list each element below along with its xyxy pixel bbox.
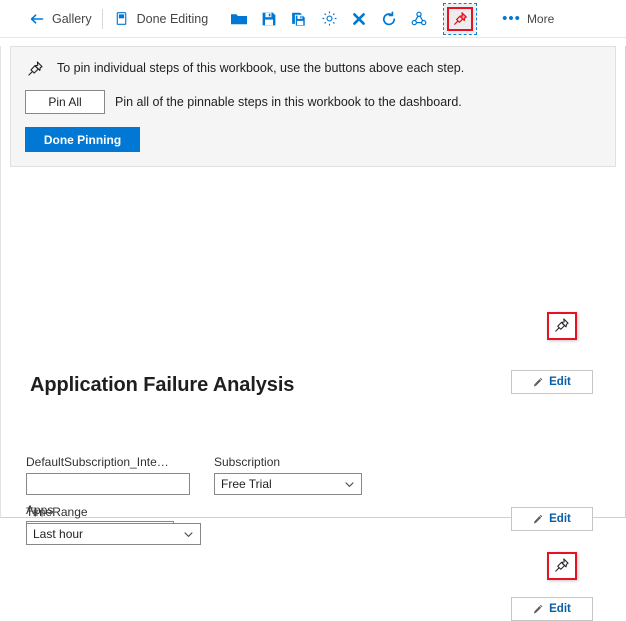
done-pinning-button[interactable]: Done Pinning xyxy=(25,127,140,152)
share-icon xyxy=(410,10,428,28)
workbook-toolbar: Gallery Done Editing xyxy=(0,0,626,38)
back-to-gallery-button[interactable]: Gallery xyxy=(22,4,98,34)
parameter-timerange: TimeRange Last hour xyxy=(26,505,201,545)
refresh-button[interactable] xyxy=(374,4,404,34)
pin-step-button-query[interactable] xyxy=(547,552,577,580)
share-button[interactable] xyxy=(404,4,434,34)
save-button[interactable] xyxy=(254,4,284,34)
subscription-dropdown-value: Free Trial xyxy=(221,477,344,491)
save-as-icon xyxy=(290,10,308,28)
save-icon xyxy=(260,10,278,28)
more-button[interactable]: ••• More xyxy=(502,11,554,26)
edit-step-label: Edit xyxy=(549,603,571,615)
pin-mode-banner: To pin individual steps of this workbook… xyxy=(10,46,616,167)
parameter-label: DefaultSubscription_Inte… xyxy=(26,455,182,469)
parameter-subscription: Subscription Free Trial xyxy=(214,455,362,495)
chevron-down-icon xyxy=(344,479,355,490)
workbook-editor: Gallery Done Editing xyxy=(0,0,626,510)
more-label: More xyxy=(527,12,554,26)
folder-icon xyxy=(230,10,248,28)
workbook-body: To pin individual steps of this workbook… xyxy=(0,46,626,518)
pin-step-button-title[interactable] xyxy=(547,312,577,340)
default-subscription-input[interactable] xyxy=(26,473,190,495)
pin-icon xyxy=(554,317,570,336)
parameter-label: Subscription xyxy=(214,455,362,469)
pin-mode-button-inner[interactable] xyxy=(447,7,473,31)
save-as-button[interactable] xyxy=(284,4,314,34)
pin-mode-button[interactable] xyxy=(444,4,476,34)
pin-banner-message: To pin individual steps of this workbook… xyxy=(57,61,464,75)
refresh-icon xyxy=(380,10,398,28)
document-edit-icon xyxy=(113,10,131,28)
close-icon xyxy=(350,10,368,28)
chevron-down-icon xyxy=(183,529,194,540)
timerange-dropdown[interactable]: Last hour xyxy=(26,523,201,545)
arrow-left-icon xyxy=(28,10,46,28)
edit-step-label: Edit xyxy=(549,513,571,525)
done-editing-button[interactable]: Done Editing xyxy=(107,4,215,34)
pin-icon xyxy=(25,58,45,78)
edit-step-button-query[interactable]: Edit xyxy=(511,597,593,621)
toolbar-divider xyxy=(102,9,103,29)
pin-icon xyxy=(451,10,469,28)
pin-all-row: Pin All Pin all of the pinnable steps in… xyxy=(25,90,601,114)
gear-icon xyxy=(320,10,338,28)
open-button[interactable] xyxy=(224,4,254,34)
pin-icon xyxy=(554,557,570,576)
page-title: Application Failure Analysis xyxy=(30,374,294,397)
pin-banner-message-row: To pin individual steps of this workbook… xyxy=(25,58,601,78)
close-button[interactable] xyxy=(344,4,374,34)
pencil-icon xyxy=(533,604,544,615)
back-to-gallery-label: Gallery xyxy=(52,12,92,26)
parameter-default-subscription: DefaultSubscription_Inte… xyxy=(26,455,190,495)
pin-all-description: Pin all of the pinnable steps in this wo… xyxy=(115,95,462,109)
pin-all-button[interactable]: Pin All xyxy=(25,90,105,114)
ellipsis-icon: ••• xyxy=(502,11,521,26)
pencil-icon xyxy=(533,514,544,525)
edit-step-button-title[interactable]: Edit xyxy=(511,370,593,394)
timerange-dropdown-value: Last hour xyxy=(33,527,183,541)
settings-button[interactable] xyxy=(314,4,344,34)
done-editing-label: Done Editing xyxy=(137,12,209,26)
edit-step-label: Edit xyxy=(549,376,571,388)
subscription-dropdown[interactable]: Free Trial xyxy=(214,473,362,495)
pencil-icon xyxy=(533,377,544,388)
parameter-label: TimeRange xyxy=(26,505,201,519)
edit-step-button-parameters[interactable]: Edit xyxy=(511,507,593,531)
